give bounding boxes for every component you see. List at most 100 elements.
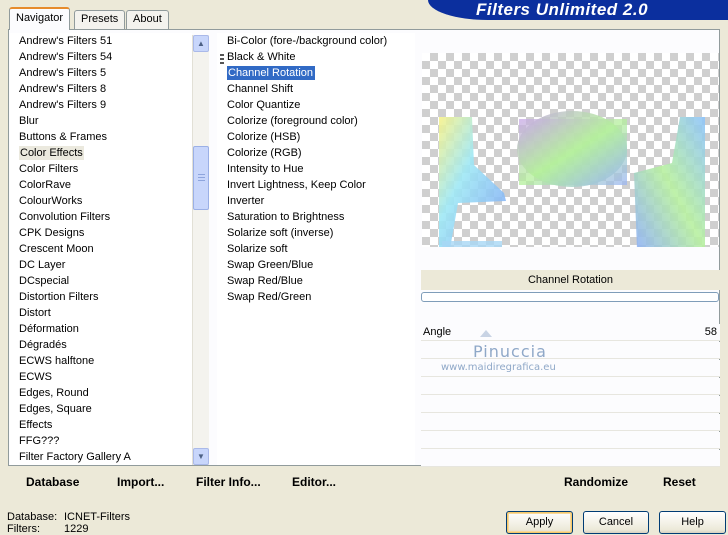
cancel-button[interactable]: Cancel <box>583 511 649 534</box>
category-item[interactable]: Crescent Moon <box>10 241 192 257</box>
filter-item[interactable]: Colorize (HSB) <box>217 129 415 145</box>
category-label: Déformation <box>19 323 79 335</box>
category-item[interactable]: Distort <box>10 305 192 321</box>
filter-item[interactable]: Inverter <box>217 193 415 209</box>
category-item[interactable]: ColorRave <box>10 177 192 193</box>
category-label: Filter Factory Gallery A <box>19 451 131 463</box>
filter-item[interactable]: Intensity to Hue <box>217 161 415 177</box>
category-item[interactable]: Edges, Round <box>10 385 192 401</box>
grip-line <box>198 180 205 181</box>
category-item[interactable]: Dégradés <box>10 337 192 353</box>
category-item[interactable]: Color Effects <box>10 145 192 161</box>
category-item[interactable]: ColourWorks <box>10 193 192 209</box>
editor-button[interactable]: Editor... <box>292 475 336 489</box>
category-item[interactable]: Filter Factory Gallery A <box>10 449 192 465</box>
category-label: FFG??? <box>19 435 60 447</box>
category-scrollbar[interactable]: ▲ ▼ <box>192 35 209 465</box>
filter-item[interactable]: Color Quantize <box>217 97 415 113</box>
filter-label: Inverter <box>227 195 265 207</box>
category-item[interactable]: DC Layer <box>10 257 192 273</box>
filter-label: Invert Lightness, Keep Color <box>227 179 366 191</box>
filter-item[interactable]: Colorize (foreground color) <box>217 113 415 129</box>
category-item[interactable]: Edges, Square <box>10 401 192 417</box>
tab-presets[interactable]: Presets <box>74 10 126 29</box>
category-label: Andrew's Filters 5 <box>19 67 107 79</box>
banner-title: Filters Unlimited 2.0 <box>476 0 649 19</box>
preview-artwork <box>439 111 705 247</box>
category-label: Dégradés <box>19 339 67 351</box>
scroll-down-button[interactable]: ▼ <box>193 448 209 465</box>
filter-info-button[interactable]: Filter Info... <box>196 475 261 489</box>
filter-item[interactable]: Bi-Color (fore-/background color) <box>217 33 415 49</box>
filter-item[interactable]: Saturation to Brightness <box>217 209 415 225</box>
category-item[interactable]: Effects <box>10 417 192 433</box>
category-label: Blur <box>19 115 39 127</box>
filter-list[interactable]: Bi-Color (fore-/background color) Black &… <box>217 33 415 465</box>
category-item[interactable]: Andrew's Filters 51 <box>10 33 192 49</box>
category-item[interactable]: Andrew's Filters 8 <box>10 81 192 97</box>
category-item[interactable]: Andrew's Filters 5 <box>10 65 192 81</box>
filter-label: Colorize (HSB) <box>227 131 301 143</box>
filter-label: Solarize soft <box>227 243 288 255</box>
category-item[interactable]: Distortion Filters <box>10 289 192 305</box>
import-button[interactable]: Import... <box>117 475 164 489</box>
category-label: Edges, Square <box>19 403 92 415</box>
category-item[interactable]: Déformation <box>10 321 192 337</box>
category-item[interactable]: CPK Designs <box>10 225 192 241</box>
category-list[interactable]: Andrew's Filters 51 Andrew's Filters 54 An… <box>10 33 192 465</box>
preview-shape <box>442 241 502 247</box>
filter-item[interactable]: Swap Red/Blue <box>217 273 415 289</box>
watermark-url: www.maidiregrafica.eu <box>441 362 556 373</box>
scroll-up-button[interactable]: ▲ <box>193 35 209 52</box>
category-item[interactable]: Andrew's Filters 9 <box>10 97 192 113</box>
filters-count-value: 1229 <box>64 523 89 535</box>
slider-pointer-icon[interactable] <box>480 330 492 337</box>
help-button[interactable]: Help <box>659 511 726 534</box>
preview-shape <box>439 117 506 247</box>
filter-label: Swap Red/Blue <box>227 275 303 287</box>
filter-item[interactable]: Solarize soft <box>217 241 415 257</box>
category-label: Andrew's Filters 51 <box>19 35 113 47</box>
tab-about[interactable]: About <box>126 10 169 29</box>
category-item[interactable]: Buttons & Frames <box>10 129 192 145</box>
category-item[interactable]: Color Filters <box>10 161 192 177</box>
filter-item[interactable]: Black & White <box>217 49 415 65</box>
scroll-thumb[interactable] <box>193 146 209 210</box>
param-label: Angle <box>423 326 452 338</box>
filter-item[interactable]: Channel Shift <box>217 81 415 97</box>
preview-shape <box>519 119 627 185</box>
progress-bar <box>421 292 719 302</box>
category-item[interactable]: ECWS <box>10 369 192 385</box>
param-value: 58 <box>704 326 717 338</box>
filters-count-label: Filters: <box>7 523 40 535</box>
category-item[interactable]: FFG??? <box>10 433 192 449</box>
filter-item[interactable]: Swap Green/Blue <box>217 257 415 273</box>
category-label: Distort <box>19 307 51 319</box>
filter-label: Swap Green/Blue <box>227 259 314 271</box>
reset-button[interactable]: Reset <box>663 475 696 489</box>
filter-item[interactable]: Channel Rotation <box>217 65 415 81</box>
filter-item[interactable]: Invert Lightness, Keep Color <box>217 177 415 193</box>
filter-item[interactable]: Swap Red/Green <box>217 289 415 305</box>
category-label: ColorRave <box>19 179 71 191</box>
filter-item[interactable]: Colorize (RGB) <box>217 145 415 161</box>
param-row-empty <box>421 432 720 449</box>
category-item[interactable]: DCspecial <box>10 273 192 289</box>
database-button[interactable]: Database <box>26 475 79 489</box>
category-item[interactable]: Andrew's Filters 54 <box>10 49 192 65</box>
category-label: DCspecial <box>19 275 70 287</box>
tab-navigator[interactable]: Navigator <box>9 7 71 30</box>
category-item[interactable]: Convolution Filters <box>10 209 192 225</box>
category-item[interactable]: ECWS halftone <box>10 353 192 369</box>
category-label: CPK Designs <box>19 227 85 239</box>
category-item[interactable]: Blur <box>10 113 192 129</box>
randomize-button[interactable]: Randomize <box>564 475 628 489</box>
database-label: Database: <box>7 511 58 523</box>
filter-label: Intensity to Hue <box>227 163 304 175</box>
param-row-angle[interactable]: Angle 58 <box>421 324 720 341</box>
selected-filter-name: Channel Rotation <box>421 270 720 290</box>
category-label: Distortion Filters <box>19 291 99 303</box>
apply-button[interactable]: Apply <box>506 511 573 534</box>
param-row-empty <box>421 450 720 467</box>
filter-item[interactable]: Solarize soft (inverse) <box>217 225 415 241</box>
